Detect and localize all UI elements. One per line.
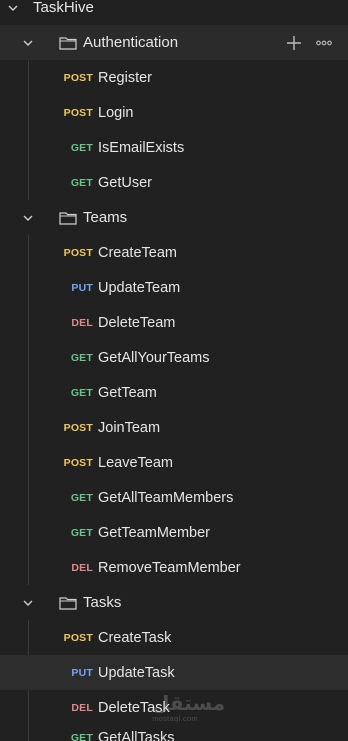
request-label: RemoveTeamMember xyxy=(98,559,241,576)
method-badge: GET xyxy=(70,141,93,154)
request-row[interactable]: GET IsEmailExists xyxy=(0,130,348,165)
method-badge: DEL xyxy=(71,701,93,714)
request-label: Login xyxy=(98,104,134,121)
request-row[interactable]: GET GetUser xyxy=(0,165,348,200)
method-badge: GET xyxy=(70,351,93,364)
folder-label: Tasks xyxy=(83,594,122,611)
request-label: Register xyxy=(98,69,152,86)
request-row[interactable]: DEL RemoveTeamMember xyxy=(0,550,348,585)
chevron-down-icon[interactable] xyxy=(22,212,34,224)
request-label: JoinTeam xyxy=(98,419,161,436)
folder-icon xyxy=(59,36,77,50)
request-row[interactable]: POST Login xyxy=(0,95,348,130)
watermark-subtext: mostaql.com xyxy=(152,714,198,723)
request-label: GetUser xyxy=(98,174,152,191)
folder-row-teams[interactable]: Teams xyxy=(0,200,348,235)
request-row-selected[interactable]: PUT UpdateTask xyxy=(0,655,348,690)
method-badge: PUT xyxy=(71,281,93,294)
method-badge: POST xyxy=(63,421,93,434)
request-row[interactable]: PUT UpdateTeam xyxy=(0,270,348,305)
request-row[interactable]: POST CreateTask xyxy=(0,620,348,655)
request-label: CreateTeam xyxy=(98,244,177,261)
request-label: IsEmailExists xyxy=(98,139,185,156)
method-badge: GET xyxy=(70,491,93,504)
request-row[interactable]: GET GetAllTeamMembers xyxy=(0,480,348,515)
request-label: GetTeamMember xyxy=(98,524,211,541)
request-label: GetAllYourTeams xyxy=(98,349,210,366)
request-row[interactable]: POST Register xyxy=(0,60,348,95)
folder-label: Teams xyxy=(83,209,128,226)
add-icon[interactable] xyxy=(286,35,302,51)
folder-row-tasks[interactable]: Tasks xyxy=(0,585,348,620)
folder-row-authentication[interactable]: Authentication xyxy=(0,25,348,60)
request-row[interactable]: GET GetTeam xyxy=(0,375,348,410)
more-options-icon[interactable] xyxy=(316,35,332,51)
method-badge: GET xyxy=(70,732,93,741)
request-row[interactable]: GET GetAllYourTeams xyxy=(0,340,348,375)
method-badge: DEL xyxy=(71,561,93,574)
method-badge: POST xyxy=(63,246,93,259)
collection-name: TaskHive xyxy=(33,0,94,16)
method-badge: GET xyxy=(70,526,93,539)
method-badge: PUT xyxy=(71,666,93,679)
chevron-down-icon[interactable] xyxy=(22,37,34,49)
request-row[interactable]: POST JoinTeam xyxy=(0,410,348,445)
request-row[interactable]: GET GetTeamMember xyxy=(0,515,348,550)
request-label: GetAllTeamMembers xyxy=(98,489,234,506)
request-label: DeleteTeam xyxy=(98,314,176,331)
request-row[interactable]: POST CreateTeam xyxy=(0,235,348,270)
method-badge: POST xyxy=(63,106,93,119)
method-badge: DEL xyxy=(71,316,93,329)
folder-label: Authentication xyxy=(83,34,179,51)
request-row[interactable]: POST LeaveTeam xyxy=(0,445,348,480)
collection-row[interactable]: TaskHive xyxy=(0,0,348,25)
method-badge: POST xyxy=(63,71,93,84)
method-badge: POST xyxy=(63,631,93,644)
chevron-down-icon[interactable] xyxy=(7,2,19,14)
watermark-logo: مستقل mostaql.com xyxy=(152,691,226,732)
folder-icon xyxy=(59,211,77,225)
method-badge: POST xyxy=(63,456,93,469)
request-label: CreateTask xyxy=(98,629,172,646)
method-badge: GET xyxy=(70,386,93,399)
request-label: LeaveTeam xyxy=(98,454,173,471)
watermark-text: مستقل xyxy=(152,691,226,715)
chevron-down-icon[interactable] xyxy=(22,597,34,609)
folder-icon xyxy=(59,596,77,610)
request-label: GetTeam xyxy=(98,384,157,401)
request-label: UpdateTeam xyxy=(98,279,181,296)
request-row[interactable]: DEL DeleteTeam xyxy=(0,305,348,340)
method-badge: GET xyxy=(70,176,93,189)
request-label: UpdateTask xyxy=(98,664,175,681)
